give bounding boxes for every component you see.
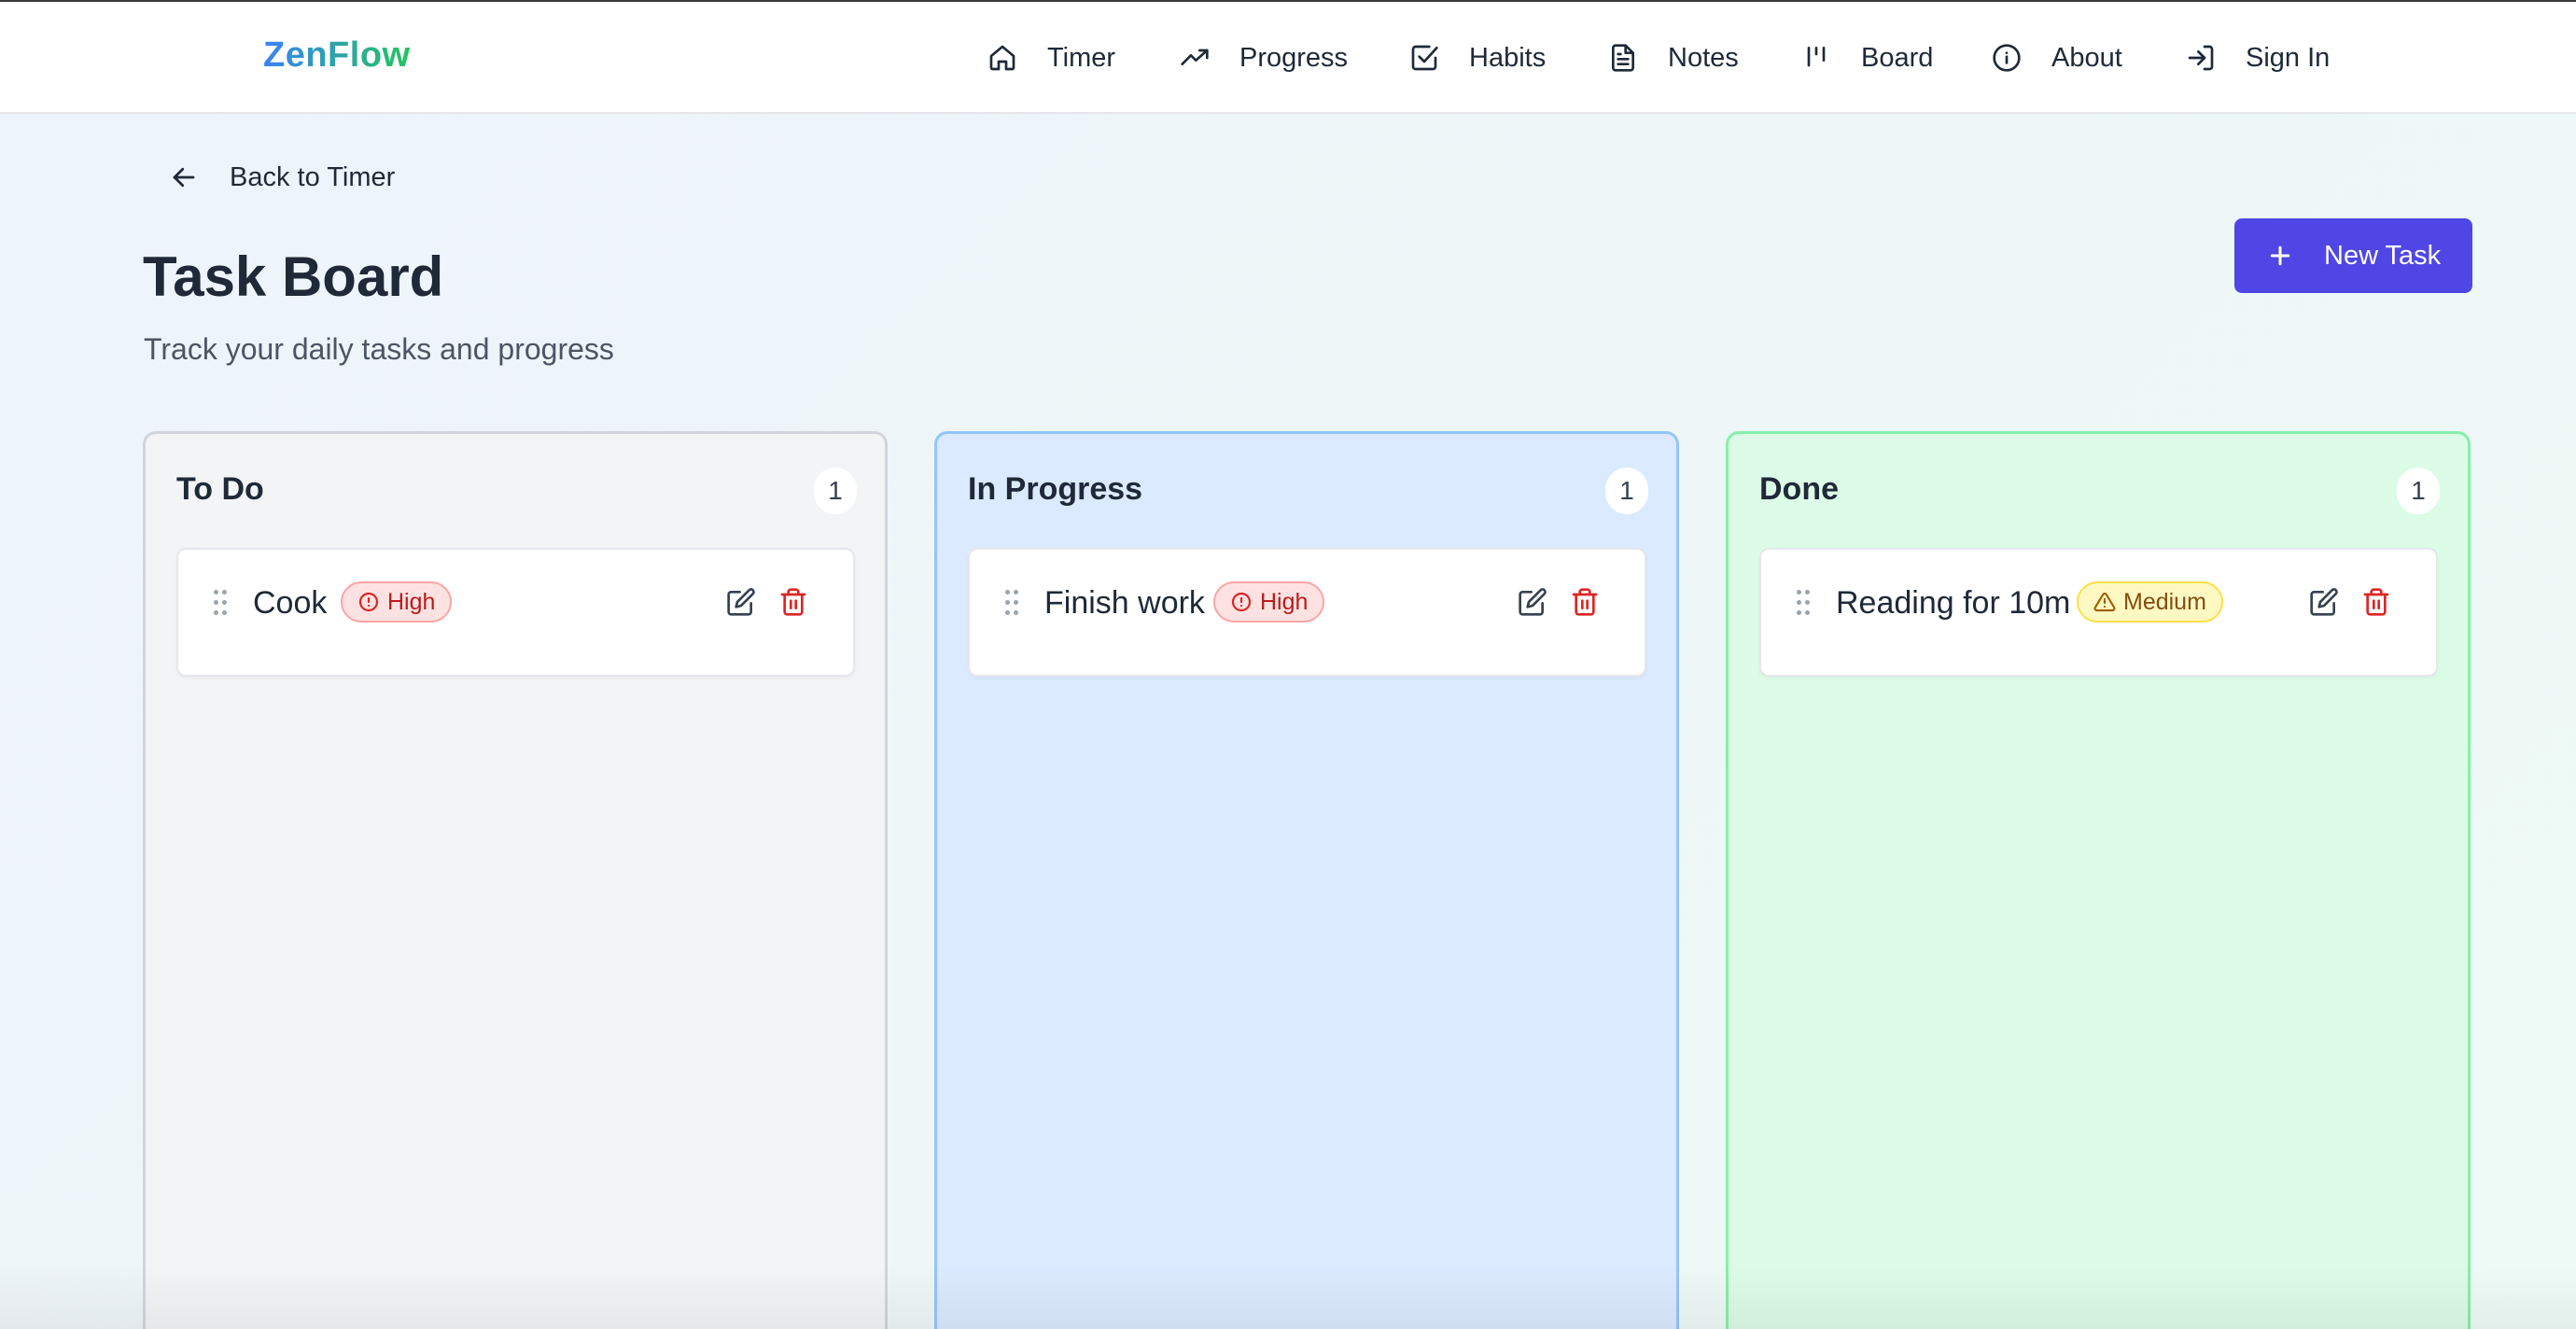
task-title: Finish work (1044, 585, 1205, 621)
nav-item-label: Sign In (2246, 42, 2331, 73)
edit-icon (2310, 588, 2338, 616)
column-count-badge: 1 (2397, 468, 2440, 514)
nav-item-label: Habits (1469, 42, 1547, 73)
nav-item-habits[interactable]: Habits (1409, 2, 1546, 114)
task-card[interactable]: Cook High (176, 548, 855, 677)
arrow-left-icon (173, 167, 195, 188)
home-icon (989, 45, 1015, 71)
new-task-label: New Task (2324, 240, 2442, 271)
delete-task-button[interactable] (777, 585, 810, 619)
task-card[interactable]: Reading for 10m Medium (1759, 548, 2438, 677)
info-icon (1993, 44, 2021, 72)
task-title: Reading for 10m (1836, 585, 2071, 621)
sign-in-icon (2188, 45, 2214, 71)
nav-item-label: Timer (1047, 42, 1116, 73)
top-navbar: ZenFlow Timer Progress Habits Notes Boar… (0, 2, 2576, 114)
back-to-timer-link[interactable]: Back to Timer (170, 157, 395, 198)
nav-item-label: Notes (1668, 42, 1739, 73)
nav-item-sign-in[interactable]: Sign In (2186, 2, 2330, 114)
drag-handle-icon[interactable] (1005, 590, 1018, 616)
trash-icon (1572, 588, 1598, 616)
column-todo[interactable]: To Do 1 Cook High (143, 431, 888, 1329)
app-logo[interactable]: ZenFlow (263, 35, 411, 76)
edit-task-button[interactable] (2307, 585, 2341, 619)
edit-task-button[interactable] (1516, 585, 1549, 619)
trash-icon (780, 588, 806, 616)
page-title: Task Board (143, 245, 444, 308)
trending-up-icon (1181, 49, 1209, 65)
priority-badge: Medium (2077, 581, 2223, 623)
plus-icon (2270, 245, 2290, 266)
delete-task-button[interactable] (2359, 585, 2393, 619)
column-done[interactable]: Done 1 Reading for 10m Medium (1726, 431, 2471, 1329)
drag-handle-icon[interactable] (1797, 590, 1810, 616)
column-count-badge: 1 (1605, 468, 1648, 514)
nav-item-label: Board (1861, 42, 1934, 73)
alert-circle-icon (358, 592, 379, 612)
priority-badge: High (341, 581, 453, 623)
back-link-label: Back to Timer (230, 161, 396, 192)
alert-circle-icon (1231, 592, 1252, 612)
new-task-button[interactable]: New Task (2234, 218, 2472, 293)
column-title: Done (1759, 471, 1839, 507)
column-title: In Progress (968, 471, 1143, 507)
edit-task-button[interactable] (724, 585, 758, 619)
kanban-icon (1807, 47, 1826, 67)
task-card[interactable]: Finish work High (968, 548, 1646, 677)
nav-item-label: About (2051, 42, 2122, 73)
nav-item-label: Progress (1239, 42, 1349, 73)
nav-item-notes[interactable]: Notes (1608, 2, 1739, 114)
drag-handle-icon[interactable] (214, 590, 227, 616)
edit-icon (727, 588, 755, 616)
nav-item-board[interactable]: Board (1801, 2, 1933, 114)
priority-label: High (1260, 588, 1309, 615)
column-in-progress[interactable]: In Progress 1 Finish work High (934, 431, 1679, 1329)
delete-task-button[interactable] (1568, 585, 1602, 619)
alert-triangle-icon (2093, 592, 2116, 612)
nav-item-progress[interactable]: Progress (1180, 2, 1348, 114)
edit-icon (1519, 588, 1547, 616)
trash-icon (2363, 588, 2389, 616)
nav-item-timer[interactable]: Timer (987, 2, 1115, 114)
task-title: Cook (253, 585, 328, 621)
priority-label: Medium (2123, 588, 2206, 615)
priority-badge: High (1213, 581, 1325, 623)
column-title: To Do (176, 471, 264, 507)
page-subtitle: Track your daily tasks and progress (144, 332, 614, 366)
file-text-icon (1612, 44, 1634, 72)
column-count-badge: 1 (814, 468, 857, 514)
priority-label: High (387, 588, 436, 615)
check-square-icon (1411, 45, 1438, 71)
nav-item-about[interactable]: About (1992, 2, 2122, 114)
